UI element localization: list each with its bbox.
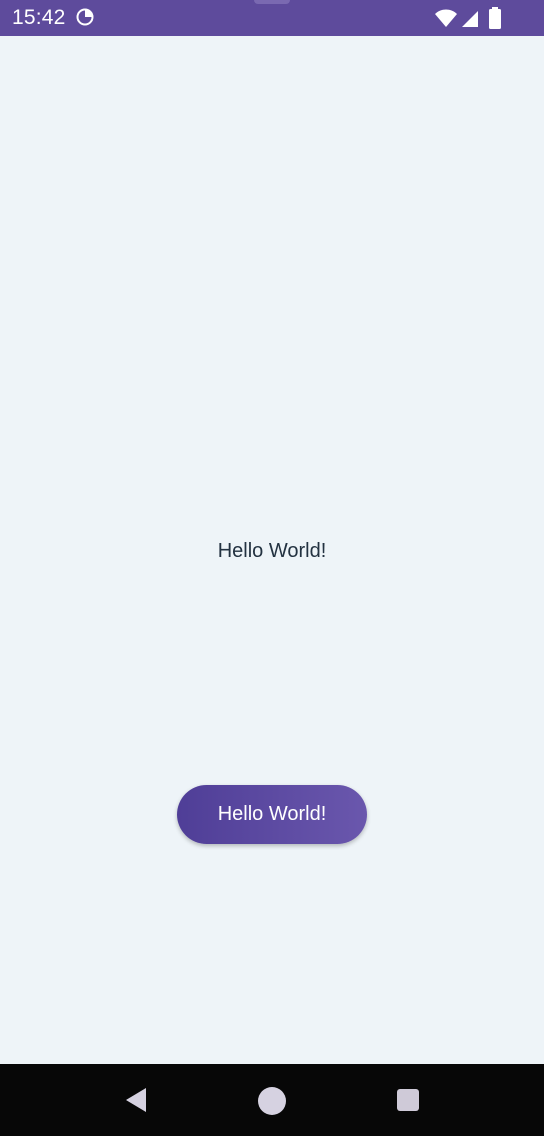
status-time: 15:42 xyxy=(12,6,66,29)
phone-screen: 15:42 Hello World! Hello World! xyxy=(0,0,544,1136)
cell-signal-icon xyxy=(460,8,480,28)
status-bar: 15:42 xyxy=(0,0,544,36)
main-content: Hello World! Hello World! xyxy=(0,36,544,1064)
recents-square-icon[interactable] xyxy=(397,1089,419,1111)
notch-handle xyxy=(254,0,290,4)
wifi-icon xyxy=(434,8,458,28)
hello-world-label: Hello World! xyxy=(217,540,327,562)
sync-circle-icon xyxy=(76,8,94,26)
home-circle-icon[interactable] xyxy=(258,1087,286,1115)
hello-world-button[interactable]: Hello World! xyxy=(177,785,367,844)
back-triangle-icon[interactable] xyxy=(122,1086,150,1114)
battery-icon xyxy=(488,7,502,29)
navigation-bar xyxy=(0,1064,544,1136)
